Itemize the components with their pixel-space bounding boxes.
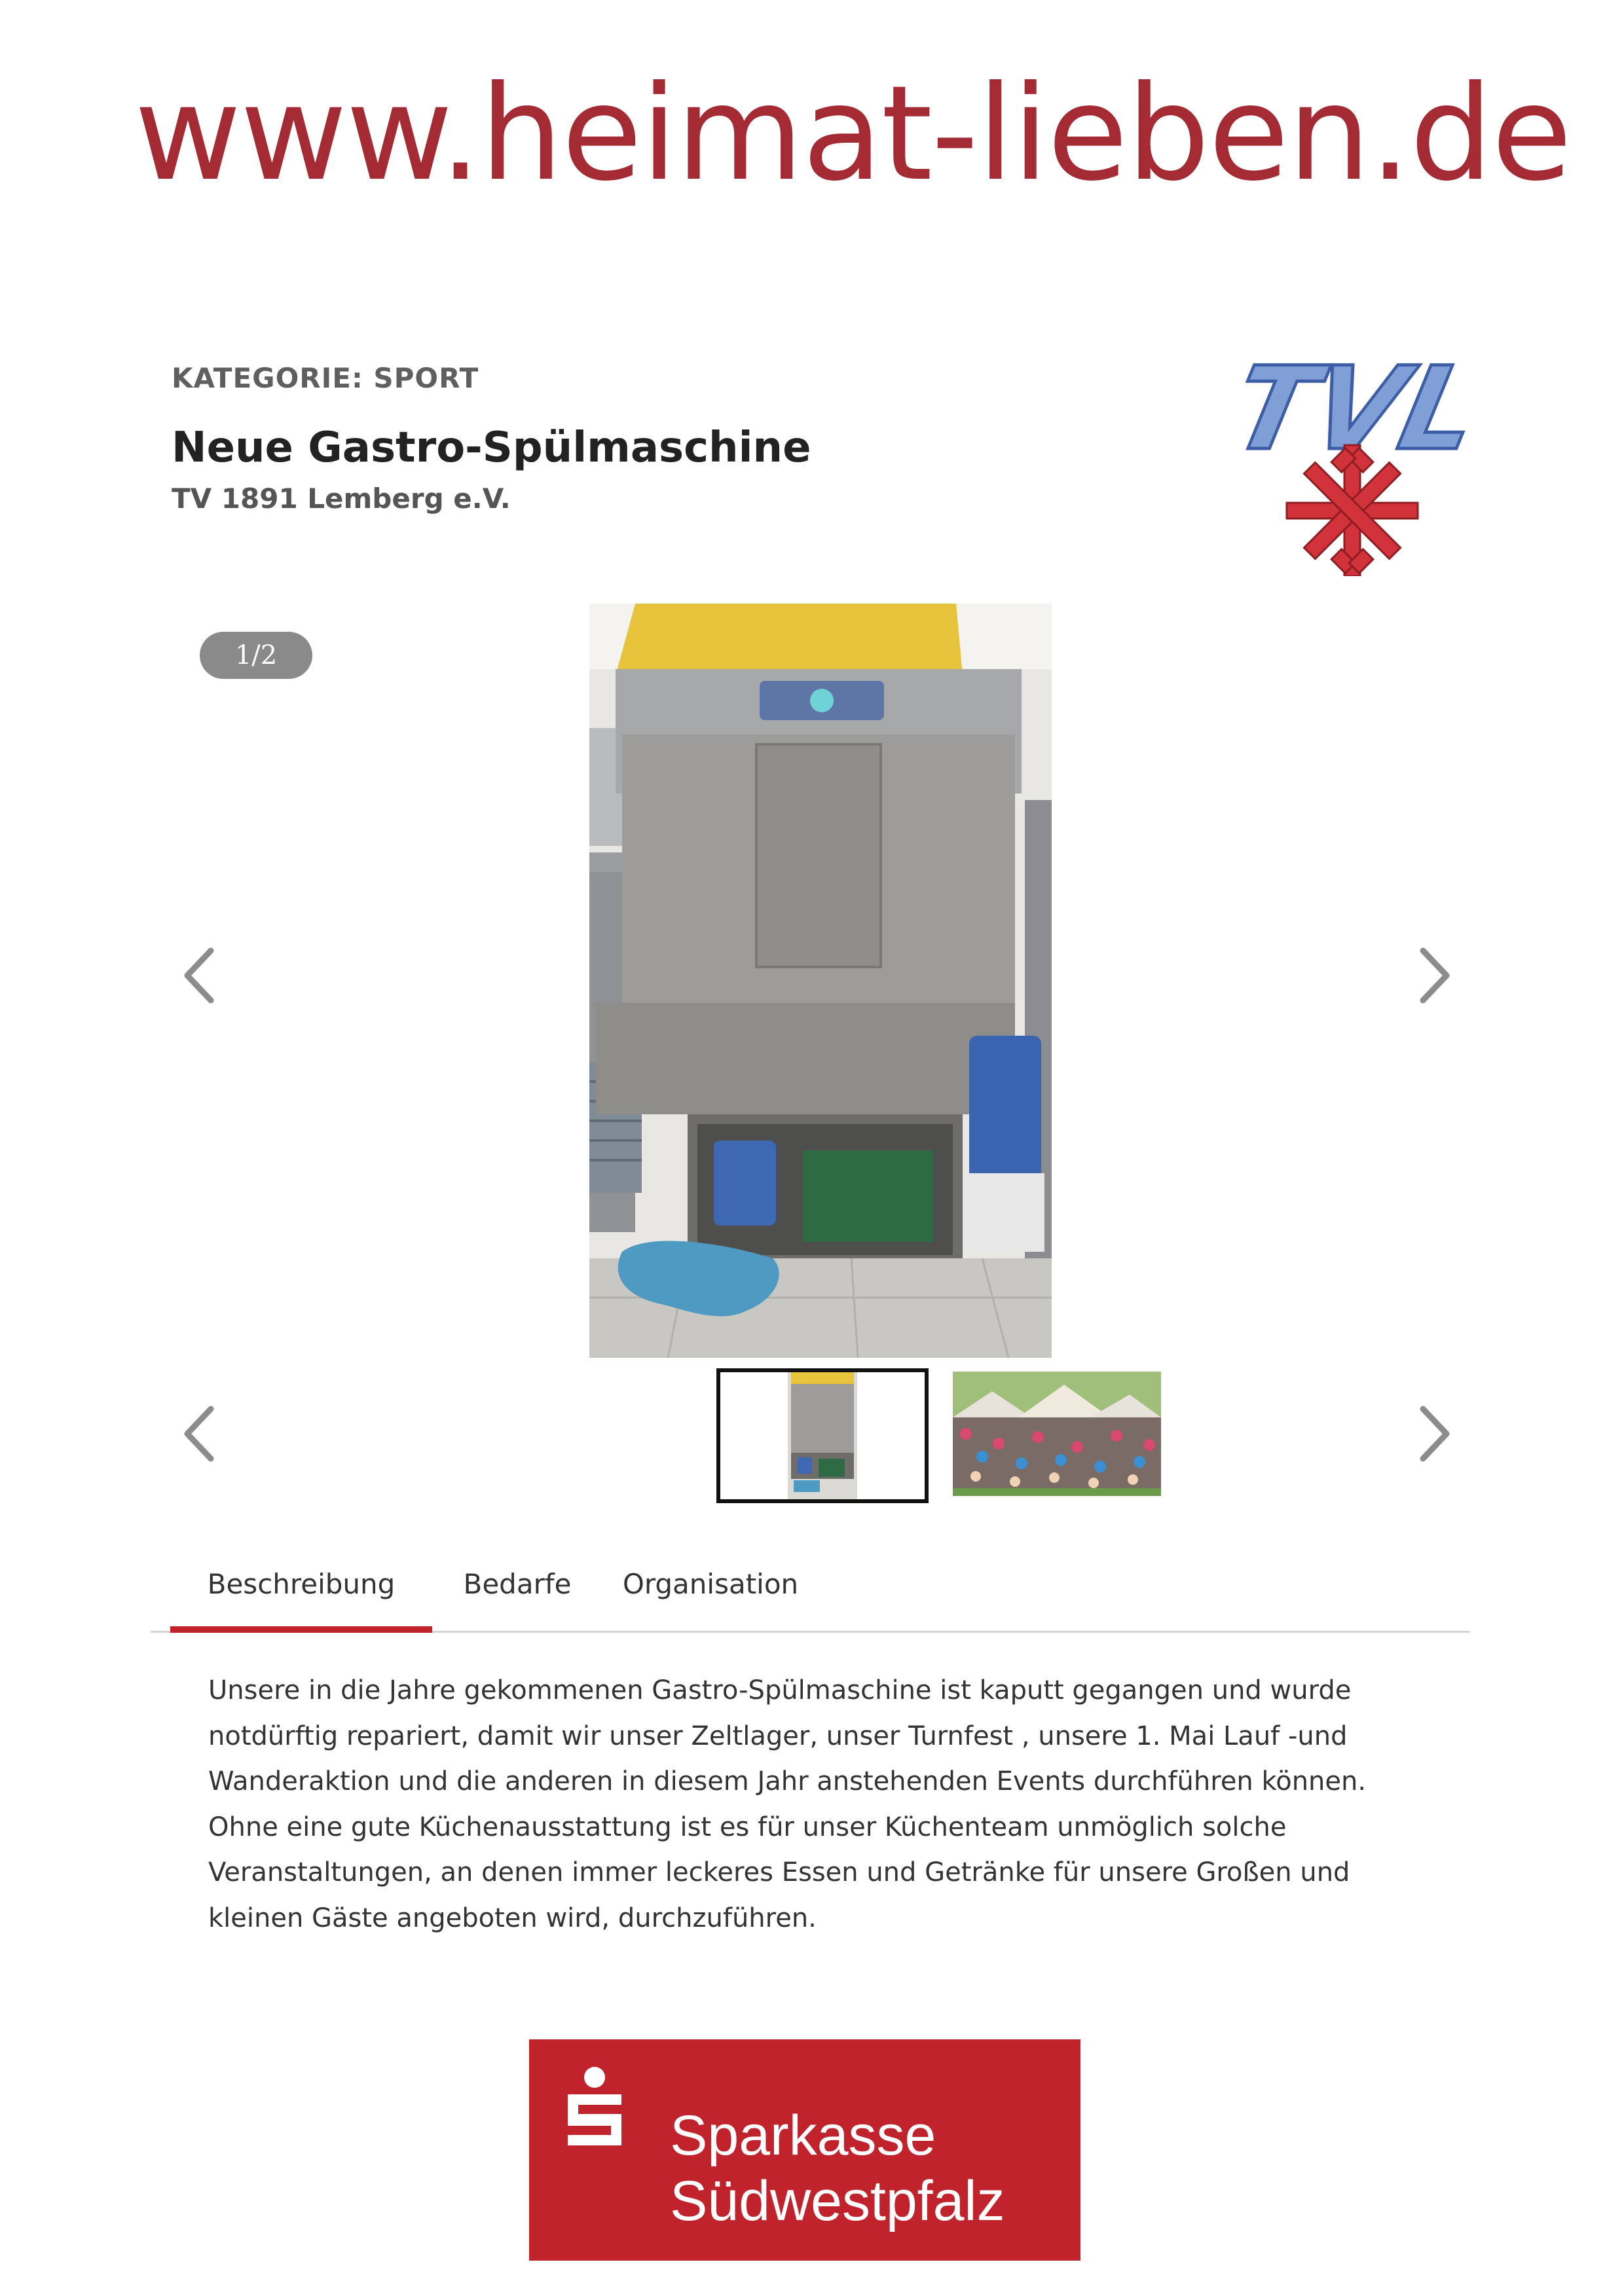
tab-label: Beschreibung xyxy=(207,1568,396,1600)
thumbnail-dishwasher-active[interactable] xyxy=(716,1368,929,1503)
chevron-right-icon xyxy=(1420,947,1450,1004)
site-url[interactable]: www.heimat-lieben.de xyxy=(134,59,1572,210)
organization-name[interactable]: TV 1891 Lemberg e.V. xyxy=(172,483,511,515)
thumbnail-dishwasher-image xyxy=(720,1372,925,1499)
description-line: kleinen Gäste angeboten wird, durchzufüh… xyxy=(208,1903,817,1933)
active-tab-indicator xyxy=(170,1626,432,1633)
category-label: KATEGORIE: SPORT xyxy=(172,362,479,394)
sparkasse-name-line2: Südwestpfalz xyxy=(670,2170,1005,2232)
thumbnails-next-button[interactable] xyxy=(1411,1401,1457,1467)
thumbnails-prev-button[interactable] xyxy=(177,1401,223,1467)
sparkasse-logo-box: Sparkasse Südwestpfalz xyxy=(529,2039,1080,2261)
chevron-left-icon xyxy=(184,947,214,1004)
sparkasse-name: Sparkasse Südwestpfalz xyxy=(670,2103,1005,2234)
thumbnail-group-photo[interactable] xyxy=(953,1372,1161,1496)
tab-label: Organisation xyxy=(622,1568,799,1600)
tab-organisation[interactable]: Organisation xyxy=(602,1552,819,1633)
thumbnail-group-image xyxy=(953,1372,1161,1496)
gallery-next-button[interactable] xyxy=(1411,943,1457,1008)
chevron-right-icon xyxy=(1420,1406,1450,1462)
sparkasse-s-icon xyxy=(568,2067,621,2145)
club-logo: TVL xyxy=(1225,340,1473,576)
description-line: Unsere in die Jahre gekommenen Gastro-Sp… xyxy=(208,1675,1352,1705)
image-counter-badge: 1/2 xyxy=(200,632,312,679)
project-title: Neue Gastro-Spülmaschine xyxy=(172,424,811,472)
tab-beschreibung[interactable]: Beschreibung xyxy=(170,1552,432,1633)
gallery-prev-button[interactable] xyxy=(177,943,223,1008)
main-photo-dishwasher xyxy=(589,604,1052,1358)
description-line: notdürftig repariert, damit wir unser Ze… xyxy=(208,1721,1348,1751)
description-line: Wanderaktion und die anderen in diesem J… xyxy=(208,1766,1367,1796)
tab-label: Bedarfe xyxy=(463,1568,572,1600)
description-line: Ohne eine gute Küchenausstattung ist es … xyxy=(208,1812,1287,1842)
chevron-left-icon xyxy=(184,1406,214,1462)
description-text: Unsere in die Jahre gekommenen Gastro-Sp… xyxy=(208,1668,1452,1941)
description-line: Veranstaltungen, an denen immer leckeres… xyxy=(208,1857,1350,1887)
tab-bar: Beschreibung Bedarfe Organisation xyxy=(151,1552,1469,1633)
tab-bedarfe[interactable]: Bedarfe xyxy=(432,1552,602,1633)
sparkasse-name-line1: Sparkasse xyxy=(670,2104,936,2167)
